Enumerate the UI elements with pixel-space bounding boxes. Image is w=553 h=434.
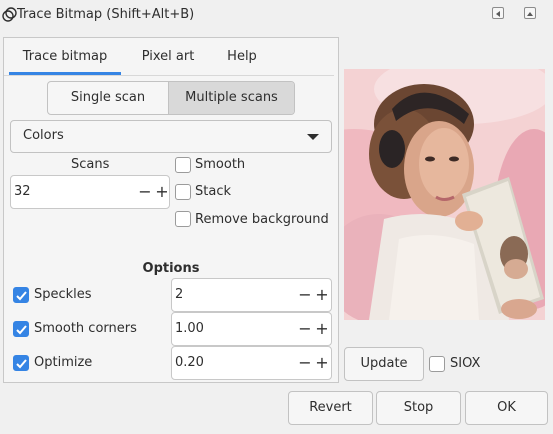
stop-button[interactable]: Stop [376, 391, 461, 425]
checkmark-icon [16, 291, 27, 301]
tab-help[interactable]: Help [214, 41, 270, 75]
siox-label: SIOX [450, 356, 481, 371]
optimize-checkbox[interactable] [13, 355, 29, 371]
trace-mode-dropdown[interactable]: Colors [10, 120, 332, 153]
optimize-value: 0.20 [175, 355, 204, 370]
checkmark-icon [16, 325, 27, 335]
speckles-spinbox[interactable]: 2 − + [171, 278, 332, 312]
tab-divider [4, 75, 334, 76]
smooth-corners-decrement-button[interactable]: − [297, 315, 313, 343]
checkmark-icon [16, 359, 27, 369]
speckles-value: 2 [175, 287, 184, 302]
optimize-increment-button[interactable]: + [314, 349, 330, 377]
scans-increment-button[interactable]: + [154, 178, 170, 206]
multiple-scans-button[interactable]: Multiple scans [168, 82, 294, 114]
optimize-decrement-button[interactable]: − [297, 349, 313, 377]
scans-value: 32 [14, 184, 31, 199]
scan-mode-toggle: Single scan Multiple scans [47, 81, 295, 115]
ok-button[interactable]: OK [465, 391, 548, 425]
trace-preview-image [344, 69, 545, 320]
siox-checkbox[interactable] [429, 356, 445, 372]
options-heading: Options [142, 261, 200, 276]
speckles-decrement-button[interactable]: − [297, 281, 313, 309]
single-scan-button[interactable]: Single scan [48, 82, 168, 114]
triangle-up-icon [527, 12, 533, 16]
triangle-left-icon [496, 11, 500, 17]
smooth-corners-increment-button[interactable]: + [314, 315, 330, 343]
scans-label: Scans [71, 157, 110, 172]
stack-label: Stack [195, 184, 231, 199]
scans-decrement-button[interactable]: − [137, 178, 153, 206]
tab-trace-bitmap[interactable]: Trace bitmap [9, 41, 121, 75]
window-title: Trace Bitmap (Shift+Alt+B) [17, 7, 195, 22]
smooth-corners-label: Smooth corners [34, 321, 137, 336]
maximize-button[interactable] [524, 7, 536, 19]
optimize-spinbox[interactable]: 0.20 − + [171, 346, 332, 380]
trace-bitmap-icon [2, 7, 17, 22]
smooth-corners-value: 1.00 [175, 321, 204, 336]
remove-background-checkbox[interactable] [175, 211, 191, 227]
optimize-label: Optimize [34, 355, 93, 370]
window-menu-button[interactable] [492, 7, 504, 19]
title-bar: Trace Bitmap (Shift+Alt+B) [0, 0, 553, 32]
update-preview-button[interactable]: Update [344, 347, 424, 381]
smooth-corners-spinbox[interactable]: 1.00 − + [171, 312, 332, 346]
tab-pixel-art[interactable]: Pixel art [128, 41, 208, 75]
chevron-down-icon [307, 134, 319, 140]
smooth-corners-checkbox[interactable] [13, 321, 29, 337]
smooth-checkbox[interactable] [175, 157, 191, 173]
speckles-label: Speckles [34, 287, 92, 302]
trace-mode-value: Colors [23, 128, 64, 143]
smooth-label: Smooth [195, 157, 246, 172]
remove-background-label: Remove background [195, 212, 329, 227]
speckles-checkbox[interactable] [13, 287, 29, 303]
scans-spinbox[interactable]: 32 − + [10, 175, 170, 209]
stack-checkbox[interactable] [175, 184, 191, 200]
speckles-increment-button[interactable]: + [314, 281, 330, 309]
revert-button[interactable]: Revert [288, 391, 373, 425]
